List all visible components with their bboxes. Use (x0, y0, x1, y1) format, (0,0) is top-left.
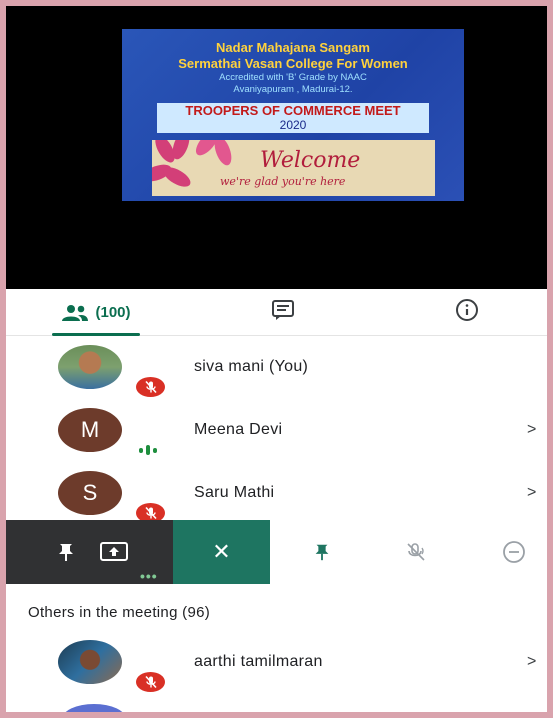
own-tile-controls: ••• (6, 520, 173, 584)
close-actions-button[interactable]: ✕ (173, 520, 270, 584)
panel-tabs: (100) (6, 289, 547, 336)
avatar (58, 640, 122, 684)
welcome-image: Welcome we're glad you're here (152, 140, 435, 196)
slide-line-4: Avaniyapuram , Madurai-12. (233, 84, 353, 95)
event-year: 2020 (279, 118, 307, 132)
info-icon (455, 298, 479, 327)
flower-petal (211, 140, 235, 168)
tab-people[interactable]: (100) (46, 289, 146, 336)
avatar (58, 345, 122, 389)
avatar (62, 704, 126, 712)
participant-row[interactable]: aarthi tamilmaran > (6, 631, 547, 694)
participant-name: Meena Devi (194, 421, 283, 438)
chevron-right-icon[interactable]: > (527, 653, 536, 671)
slide-line-1: Nadar Mahajana Sangam (216, 40, 370, 55)
slide-line-3: Accredited with 'B' Grade by NAAC (219, 72, 367, 83)
speaking-indicator-icon (139, 445, 157, 455)
others-heading: Others in the meeting (96) (28, 604, 211, 621)
participant-row[interactable]: siva mani (You) (6, 336, 547, 399)
pin-participant-icon[interactable] (304, 534, 340, 570)
participant-row[interactable]: M Meena Devi > (6, 399, 547, 462)
mute-participant-icon[interactable] (398, 534, 434, 570)
welcome-text: Welcome (260, 148, 361, 173)
pin-icon[interactable] (48, 534, 84, 570)
remove-participant-icon[interactable] (496, 534, 532, 570)
avatar: S (58, 471, 122, 515)
people-icon (61, 304, 89, 322)
avatar: M (58, 408, 122, 452)
present-screen-icon[interactable] (96, 534, 132, 570)
chevron-right-icon[interactable]: > (527, 421, 536, 439)
welcome-subtext: we're glad you're here (220, 175, 346, 188)
mic-muted-icon (134, 670, 167, 694)
event-title: TROOPERS OF COMMERCE MEET (185, 103, 401, 118)
participant-name: Saru Mathi (194, 484, 275, 501)
presentation-slide: Nadar Mahajana Sangam Sermathai Vasan Co… (122, 29, 464, 201)
slide-line-2: Sermathai Vasan College For Women (178, 56, 408, 71)
chevron-right-icon[interactable]: > (527, 484, 536, 502)
participant-actions (270, 520, 547, 584)
flower-petal (160, 163, 194, 191)
more-options-icon[interactable]: ••• (140, 568, 158, 584)
meet-screen: Nadar Mahajana Sangam Sermathai Vasan Co… (6, 6, 547, 712)
participant-action-bar: ••• ✕ (6, 520, 547, 584)
participant-name: siva mani (You) (194, 358, 309, 375)
chat-icon (271, 299, 295, 326)
mic-muted-icon (134, 375, 167, 399)
participant-row[interactable]: S Saru Mathi > (6, 462, 547, 525)
people-count: (100) (95, 304, 131, 321)
tab-chat[interactable] (256, 289, 310, 336)
participant-name: aarthi tamilmaran (194, 653, 323, 670)
event-banner: TROOPERS OF COMMERCE MEET 2020 (157, 103, 429, 133)
tab-info[interactable] (440, 289, 494, 336)
video-stage[interactable]: Nadar Mahajana Sangam Sermathai Vasan Co… (6, 6, 547, 289)
